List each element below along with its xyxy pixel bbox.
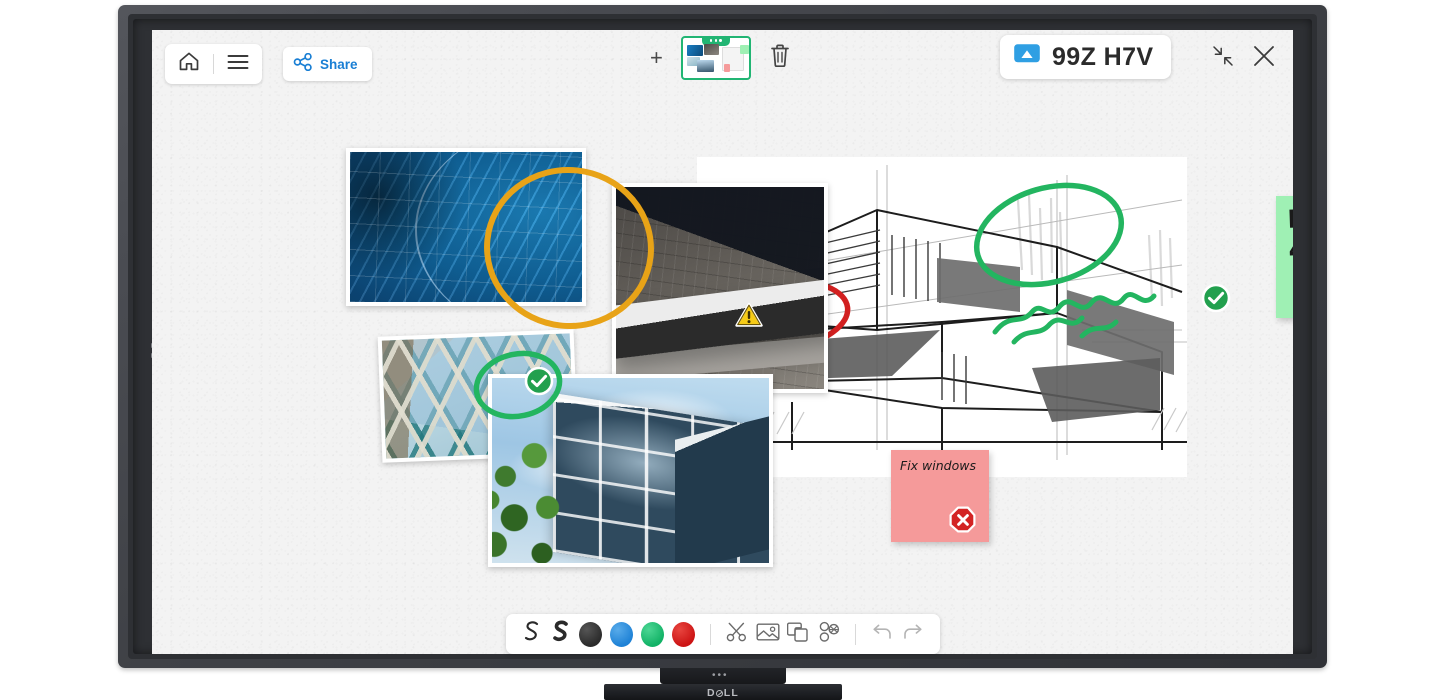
menu-button[interactable] [214,44,262,84]
duplicate-button[interactable] [784,618,812,650]
check-circle-sticker-sketch[interactable] [1201,283,1231,318]
hamburger-menu-icon [227,54,249,75]
drawing-toolbar [506,614,940,654]
cast-code-text: 99Z H7V [1052,43,1153,72]
redo-icon [901,623,925,646]
dock-divider-2 [855,624,856,645]
primary-toolbar [165,44,262,84]
close-button[interactable] [1252,44,1276,73]
fix-windows-note[interactable]: Fix windows [891,450,989,542]
add-page-button[interactable]: + [650,47,663,69]
minimize-button[interactable] [1212,45,1234,72]
home-icon [178,51,200,77]
warning-triangle-sticker[interactable] [735,302,763,333]
stand-indicator-dots: ••• [712,671,729,681]
color-swatch-black[interactable] [579,622,602,647]
mini-photo-1 [687,45,703,56]
check-circle-sticker-photo[interactable] [524,366,554,401]
color-swatch-red[interactable] [672,622,695,647]
mini-photo-4 [697,60,714,72]
insert-image-button[interactable] [754,618,782,650]
page-thumbnail-1[interactable] [681,36,751,80]
share-nodes-icon [293,53,313,76]
insert-image-icon [756,622,780,647]
fix-windows-note-text: Fix windows [900,458,984,474]
pen-thick-button[interactable] [548,617,575,651]
pen-thick-stroke-icon [550,619,572,650]
duplicate-icon [787,621,809,648]
pen-thin-stroke-icon [521,619,543,650]
color-swatch-green[interactable] [641,622,664,647]
mini-note-pink [724,64,730,72]
revision-note-text: Revision 4.2 [1287,200,1293,266]
display-screen: Revision 4.2 Fix windows [152,30,1293,654]
photo-blue-curved-glass-facade[interactable] [346,148,586,306]
shapes-button[interactable] [815,618,843,650]
mini-photo-3 [704,44,719,55]
revision-note[interactable]: Revision 4.2 [1276,196,1293,318]
color-swatch-blue[interactable] [610,622,633,647]
redo-button[interactable] [899,618,927,650]
page-controls: + [650,36,791,80]
cut-icon [726,621,748,648]
share-button[interactable]: Share [283,47,372,81]
home-button[interactable] [165,44,213,84]
dock-divider-1 [710,624,711,645]
pen-thin-button[interactable] [519,617,546,651]
shapes-icon [818,621,840,648]
undo-button[interactable] [868,618,896,650]
undo-icon [870,623,894,646]
photo-glass-building-sky-reflection[interactable] [488,374,773,567]
delete-page-button[interactable] [769,43,791,73]
screen-cast-icon [1013,43,1041,71]
photo-dark-bronze-building[interactable] [612,183,828,393]
stop-x-sticker[interactable] [949,506,977,539]
share-button-label: Share [320,57,358,72]
screenshot-root: Revision 4.2 Fix windows [0,0,1445,700]
window-controls [1212,44,1276,73]
collapse-icon [1212,54,1234,71]
cast-code-badge: 99Z H7V [1000,35,1171,79]
close-icon [1252,55,1276,72]
mini-note-green [740,45,749,54]
trash-icon [769,55,791,72]
dell-brand-logo: DLL [604,685,842,700]
cut-button[interactable] [723,618,751,650]
